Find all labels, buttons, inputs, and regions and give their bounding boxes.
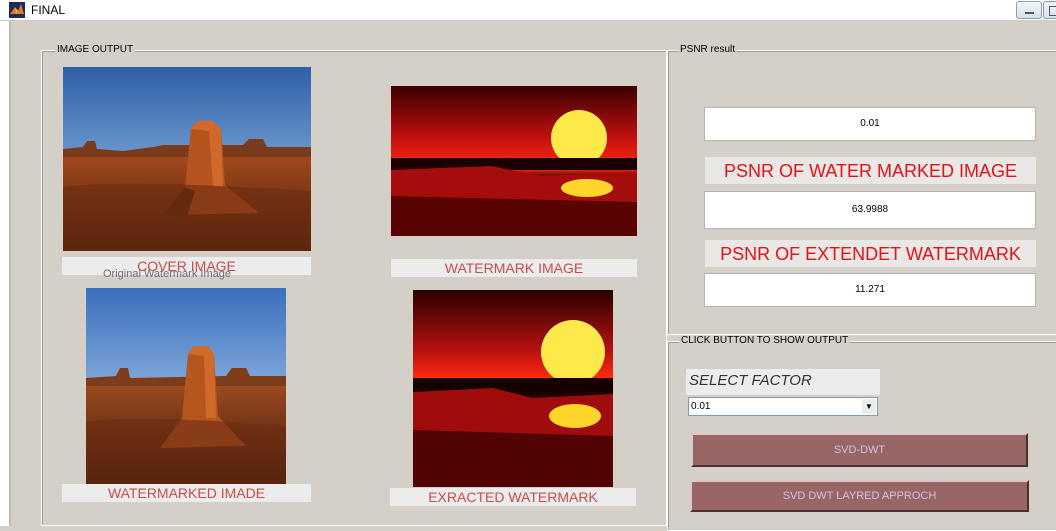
psnr-watermarked-label: PSNR OF WATER MARKED IMAGE: [705, 157, 1036, 184]
psnr-result-title: PSNR result: [678, 44, 738, 55]
watermark-image-caption: WATERMARK IMAGE: [391, 259, 637, 277]
extracted-watermark-caption: EXRACTED WATERMARK: [390, 488, 636, 506]
factor-select-value: 0.01: [691, 401, 711, 412]
factor-value-field: 0.01: [704, 107, 1036, 141]
chevron-down-icon[interactable]: ▼: [862, 399, 876, 414]
minimize-button[interactable]: [1016, 1, 1042, 19]
svd-dwt-button[interactable]: SVD-DWT: [691, 433, 1028, 467]
psnr-extracted-value: 11.271: [704, 273, 1036, 307]
svd-dwt-layered-button[interactable]: SVD DWT LAYRED APPROCH: [690, 480, 1029, 512]
watermarked-image-caption: WATERMARKED IMADE: [62, 484, 311, 502]
image-output-title: IMAGE OUTPUT: [55, 44, 136, 55]
watermarked-image: [86, 288, 286, 484]
factor-select[interactable]: 0.01 ▼: [688, 397, 878, 416]
cover-image: [63, 67, 311, 251]
window-title: FINAL: [31, 3, 66, 17]
select-factor-label: SELECT FACTOR: [686, 369, 880, 395]
matlab-icon: [9, 2, 25, 18]
control-panel-title: CLICK BUTTON TO SHOW OUTPUT: [679, 335, 851, 346]
watermark-image: [391, 86, 637, 236]
left-edge: [0, 21, 9, 526]
psnr-extracted-label: PSNR OF EXTENDET WATERMARK: [705, 240, 1036, 267]
left-edge-shadow: [9, 21, 11, 526]
title-bar: FINAL: [0, 0, 1056, 21]
maximize-button[interactable]: [1043, 1, 1056, 19]
extracted-watermark-image: [413, 290, 613, 487]
cover-image-subcaption: Original Watermark Image: [103, 268, 231, 280]
psnr-watermarked-value: 63.9988: [704, 191, 1036, 229]
